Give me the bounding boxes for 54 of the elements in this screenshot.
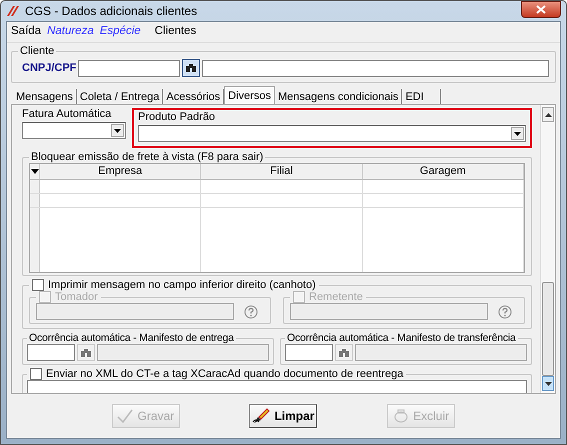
column-header[interactable]: Garagem xyxy=(362,164,524,179)
group-title: Ocorrência automática - Manifesto de transferência xyxy=(286,332,517,344)
arrow-up-icon xyxy=(544,112,552,116)
checkbox-label: Imprimir mensagem no campo inferior direito (canhoto) xyxy=(48,279,316,291)
menu-item[interactable]: Clientes xyxy=(154,25,196,39)
column-header[interactable]: Filial xyxy=(201,164,363,179)
clear-button[interactable]: Limpar xyxy=(249,404,318,428)
checkbox-label: Tomador xyxy=(55,291,98,303)
close-icon xyxy=(536,5,546,14)
scrollbar[interactable] xyxy=(540,105,555,393)
checkbox-label: Enviar no XML do CT-e a tag XCaracAd quando documento de reentrega xyxy=(46,368,404,380)
input-field[interactable] xyxy=(78,60,180,76)
checkbox-label: Remetente xyxy=(309,291,363,303)
search-button[interactable] xyxy=(182,59,200,77)
field-label: Fatura Automática xyxy=(22,108,112,121)
arrow-down-icon xyxy=(544,382,552,386)
brush-icon xyxy=(252,408,270,424)
input-field[interactable] xyxy=(202,60,549,76)
input-field[interactable] xyxy=(27,380,527,393)
menu-item[interactable]: Saída xyxy=(11,25,42,39)
menu-item[interactable]: Espécie xyxy=(100,25,141,39)
scroll-up-button[interactable] xyxy=(542,107,554,122)
row-indicator-icon xyxy=(30,169,38,174)
tab[interactable]: Diversos xyxy=(224,86,275,104)
group-title: Cliente xyxy=(19,45,56,57)
checkbox[interactable] xyxy=(32,279,44,291)
window-title: CGS - Dados adicionais clientes xyxy=(25,4,198,18)
group-title: Bloquear emissão de frete à vista (F8 para sair) xyxy=(30,151,264,163)
field-label: Produto Padrão xyxy=(138,111,216,124)
scroll-down-button[interactable] xyxy=(542,376,554,391)
help-icon[interactable] xyxy=(498,304,512,318)
dropdown[interactable] xyxy=(22,122,126,139)
help-icon[interactable] xyxy=(244,304,258,318)
scroll-thumb[interactable] xyxy=(542,282,554,376)
binoculars-icon xyxy=(339,348,349,356)
dropdown[interactable] xyxy=(138,125,526,142)
column-header[interactable]: Empresa xyxy=(40,164,202,179)
dropdown-arrow-icon xyxy=(114,128,121,132)
input-field[interactable] xyxy=(27,344,75,361)
field-label: CNPJ/CPF xyxy=(21,62,76,74)
checkmark-icon xyxy=(117,409,134,423)
app-logo-icon xyxy=(6,5,20,17)
row-header[interactable] xyxy=(30,180,40,193)
group-title: Ocorrência automática - Manifesto de entrega xyxy=(28,332,235,344)
data-grid[interactable]: Empresa Filial Garagem xyxy=(29,163,525,273)
checkbox[interactable] xyxy=(30,368,42,380)
input-field[interactable] xyxy=(285,344,333,361)
row-header[interactable] xyxy=(30,208,40,272)
dropdown-arrow-icon xyxy=(514,132,521,136)
row-header[interactable] xyxy=(30,194,40,207)
binoculars-icon xyxy=(81,348,91,356)
close-button[interactable] xyxy=(521,1,561,18)
menu-item[interactable]: Natureza xyxy=(47,25,94,39)
binoculars-icon xyxy=(185,63,197,73)
